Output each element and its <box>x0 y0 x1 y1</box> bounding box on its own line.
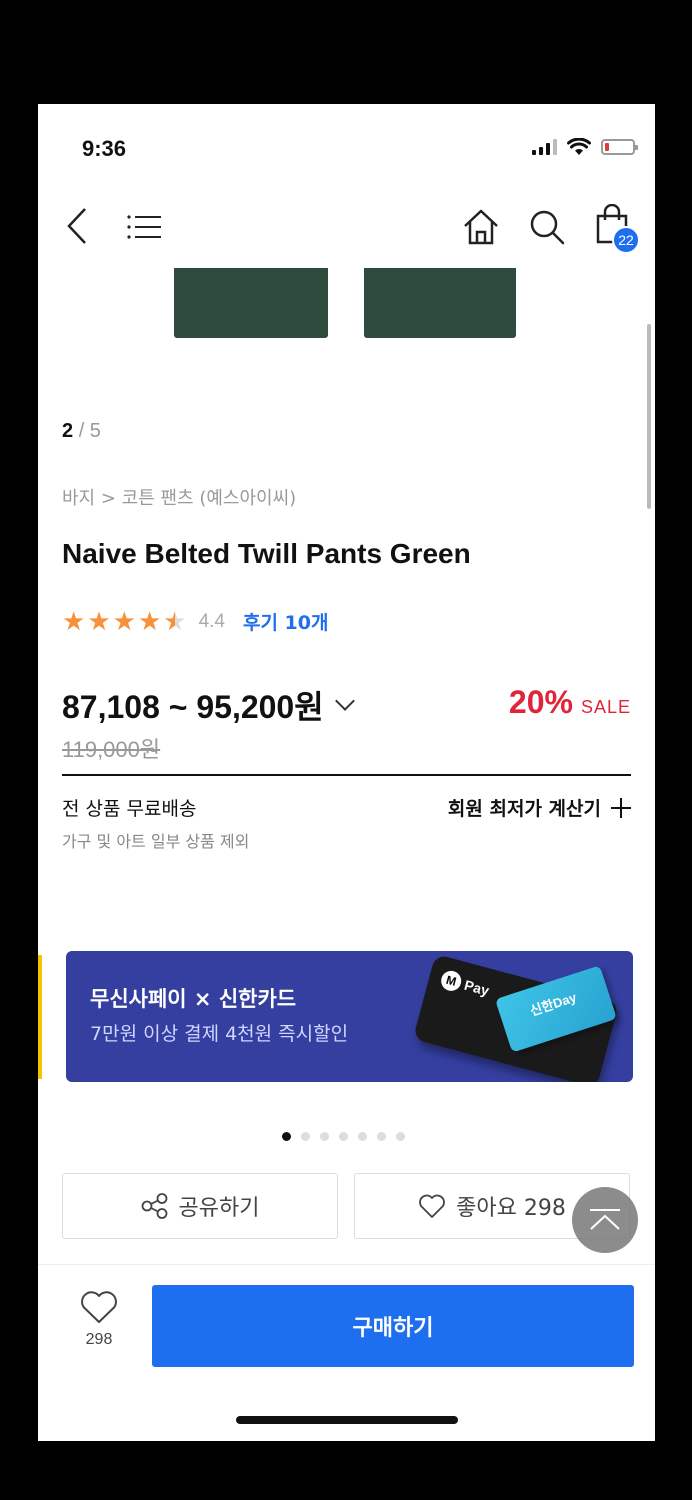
divider <box>62 774 631 776</box>
phone-label: Pay <box>462 976 491 999</box>
pagination-dot[interactable] <box>396 1132 405 1141</box>
shipping-note: 가구 및 아트 일부 상품 제외 <box>62 832 250 851</box>
pagination-dot[interactable] <box>301 1132 310 1141</box>
pay-logo-icon: M <box>438 968 464 994</box>
promo-banner[interactable]: 무신사페이 × 신한카드 7만원 이상 결제 4천원 즉시할인 M Pay 신한… <box>66 951 633 1082</box>
cart-button[interactable]: 22 <box>594 204 640 254</box>
half-star-icon: ★ <box>163 606 187 637</box>
wishlist-button[interactable]: 298 <box>76 1289 122 1349</box>
search-icon <box>530 210 565 245</box>
battery-icon <box>601 139 638 155</box>
star-icon: ★ <box>87 606 111 637</box>
home-indicator <box>236 1416 458 1424</box>
breadcrumb[interactable]: 바지 > 코튼 팬츠 (예스아이씨) <box>62 484 296 510</box>
list-menu-icon <box>127 215 161 239</box>
pagination-dot[interactable] <box>358 1132 367 1141</box>
star-icon: ★ <box>112 606 136 637</box>
banner-pagination <box>282 1132 405 1141</box>
banner-title: 무신사페이 × 신한카드 <box>90 987 297 1011</box>
home-icon <box>464 209 498 245</box>
heart-icon <box>81 1291 117 1323</box>
image-counter-total: / 5 <box>78 420 101 442</box>
buy-button[interactable]: 구매하기 <box>152 1285 634 1367</box>
member-price-calculator-button[interactable]: 회원 최저가 계산기 <box>448 794 631 821</box>
share-icon <box>141 1193 167 1219</box>
star-rating: ★ ★ ★ ★ ★ <box>62 609 187 635</box>
price-range-button[interactable]: 87,108 ~ 95,200원 <box>62 682 355 728</box>
share-button[interactable]: 공유하기 <box>62 1173 338 1239</box>
product-title: Naive Belted Twill Pants Green <box>62 538 471 569</box>
shipping-title: 전 상품 무료배송 <box>62 798 197 820</box>
wishlist-count: 298 <box>85 1331 113 1348</box>
back-button[interactable] <box>62 206 92 246</box>
scroll-top-icon <box>590 1209 620 1230</box>
star-icon: ★ <box>137 606 162 637</box>
pagination-dot[interactable] <box>320 1132 329 1141</box>
status-time: 9:36 <box>82 136 127 161</box>
original-price: 119,000원 <box>62 737 161 762</box>
chevron-left-icon <box>67 208 86 244</box>
plus-icon <box>611 797 631 818</box>
image-counter: 2 / 5 <box>62 420 101 443</box>
card-label: 신한Day <box>528 989 579 1019</box>
product-image[interactable] <box>38 264 655 394</box>
like-label: 좋아요 298 <box>456 1196 566 1221</box>
bottom-action-bar: 298 구매하기 <box>38 1264 655 1384</box>
banner-subtitle: 7만원 이상 결제 4천원 즉시할인 <box>90 1023 349 1045</box>
price-range: 87,108 ~ 95,200원 <box>62 689 324 725</box>
menu-button[interactable] <box>126 212 162 242</box>
page-scrollbar[interactable] <box>647 324 651 509</box>
star-icon: ★ <box>62 606 86 637</box>
pagination-dot[interactable] <box>282 1132 291 1141</box>
chevron-down-icon <box>334 691 355 711</box>
image-counter-current: 2 <box>62 420 74 442</box>
rating-value: 4.4 <box>198 610 225 632</box>
discount-badge: 20% SALE <box>509 684 631 721</box>
discount-percent: 20% <box>508 684 573 720</box>
wifi-icon <box>567 138 591 155</box>
cart-count-badge: 22 <box>612 226 640 254</box>
heart-icon <box>419 1194 446 1218</box>
status-icons <box>532 138 638 156</box>
cellular-signal-icon <box>532 139 557 155</box>
home-button[interactable] <box>462 208 500 246</box>
sale-label: SALE <box>580 697 631 717</box>
pagination-dot[interactable] <box>339 1132 348 1141</box>
pagination-dot[interactable] <box>377 1132 386 1141</box>
scroll-to-top-button[interactable] <box>572 1187 638 1253</box>
left-accent-bar <box>38 955 42 1079</box>
calculator-label: 회원 최저가 계산기 <box>447 798 601 820</box>
search-button[interactable] <box>528 208 566 246</box>
reviews-link[interactable]: 후기 10개 <box>243 608 329 635</box>
share-label: 공유하기 <box>178 1196 260 1221</box>
rating-row: ★ ★ ★ ★ ★ 4.4 후기 10개 <box>62 608 328 635</box>
phone-screen: 9:36 22 2 / 5 바지 > 코튼 팬츠 (예스아이씨) Naive B… <box>38 104 655 1441</box>
